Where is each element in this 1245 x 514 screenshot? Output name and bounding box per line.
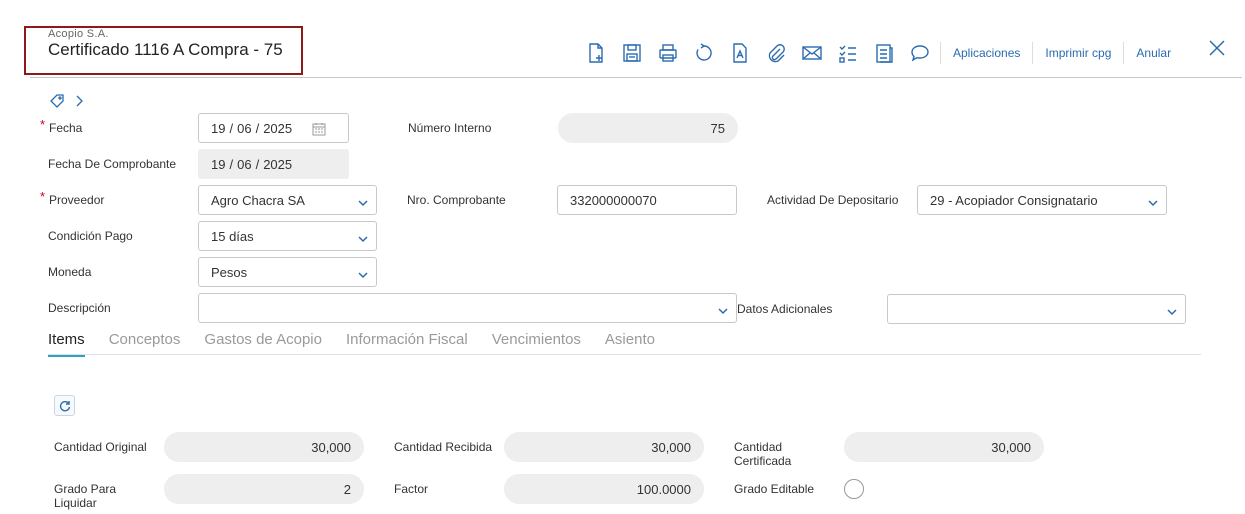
factor-field: 100.0000	[504, 474, 704, 504]
grado-liquidar-field: 2	[164, 474, 364, 504]
actividad-select[interactable]: 29 - Acopiador Consignatario	[917, 185, 1167, 215]
required-mark: *	[40, 117, 46, 132]
fecha-date-input[interactable]: 19/06/2025	[198, 113, 349, 143]
grado-editable-label: Grado Editable	[734, 482, 815, 496]
datos-adicionales-select[interactable]	[887, 294, 1186, 324]
refresh-button[interactable]	[54, 395, 75, 416]
grado-liquidar-label: Grado Para	[54, 482, 117, 496]
chevron-down-icon	[358, 196, 368, 207]
cantidad-certificada-field: 30,000	[844, 432, 1044, 462]
attachment-icon[interactable]	[758, 39, 794, 67]
report-icon[interactable]	[722, 39, 758, 67]
nro-comprobante-input[interactable]: 332000000070	[557, 185, 737, 215]
close-icon[interactable]	[1207, 38, 1229, 60]
cantidad-certificada-label: Cantidad	[734, 440, 783, 454]
cantidad-recibida-label: Cantidad Recibida	[394, 440, 493, 454]
grado-liquidar-label-2: Liquidar	[54, 496, 97, 510]
print-icon[interactable]	[650, 39, 686, 67]
header-divider	[30, 77, 1242, 78]
actividad-label: Actividad De Depositario	[767, 193, 899, 207]
new-document-icon[interactable]	[578, 39, 614, 67]
chevron-right-icon[interactable]	[72, 94, 86, 113]
toolbar-divider	[940, 42, 941, 64]
cantidad-original-field: 30,000	[164, 432, 364, 462]
required-mark: *	[40, 189, 46, 204]
tag-icon[interactable]	[50, 94, 64, 113]
company-name: Acopio S.A.	[48, 28, 109, 40]
numero-interno-field: 75	[558, 113, 738, 143]
fecha-comprobante-label: Fecha De Comprobante	[48, 157, 177, 171]
notes-icon[interactable]	[866, 39, 902, 67]
refresh-icon[interactable]	[686, 39, 722, 67]
imprimir-cpg-link[interactable]: Imprimir cpg	[1035, 46, 1121, 60]
save-icon[interactable]	[614, 39, 650, 67]
checklist-icon[interactable]	[830, 39, 866, 67]
chevron-down-icon	[358, 268, 368, 279]
proveedor-label: Proveedor	[49, 193, 105, 207]
email-icon[interactable]	[794, 39, 830, 67]
toolbar-divider	[1123, 42, 1125, 64]
anular-link[interactable]: Anular	[1126, 46, 1181, 60]
grado-editable-checkbox[interactable]	[844, 479, 864, 499]
cantidad-original-label: Cantidad Original	[54, 440, 147, 454]
comment-icon[interactable]	[902, 39, 938, 67]
chevron-down-icon	[1167, 305, 1177, 316]
calendar-icon[interactable]	[312, 122, 326, 136]
fecha-comprobante-field: 19/06/2025	[198, 149, 349, 179]
condicion-pago-label: Condición Pago	[48, 229, 133, 243]
refresh-icon	[59, 400, 70, 411]
nro-comprobante-label: Nro. Comprobante	[407, 193, 506, 207]
moneda-select[interactable]: Pesos	[198, 257, 377, 287]
chevron-down-icon	[358, 232, 368, 243]
cantidad-recibida-field: 30,000	[504, 432, 704, 462]
tabs-divider	[48, 354, 1201, 355]
descripcion-label: Descripción	[48, 301, 111, 315]
fecha-label: Fecha	[49, 121, 83, 135]
toolbar: Aplicaciones Imprimir cpg Anular	[578, 38, 1181, 68]
chevron-down-icon	[718, 304, 728, 315]
cantidad-certificada-label-2: Certificada	[734, 454, 792, 468]
descripcion-select[interactable]	[198, 293, 737, 323]
datos-adicionales-label: Datos Adicionales	[737, 302, 833, 316]
factor-label: Factor	[394, 482, 429, 496]
aplicaciones-link[interactable]: Aplicaciones	[943, 46, 1030, 60]
moneda-label: Moneda	[48, 265, 92, 279]
proveedor-select[interactable]: Agro Chacra SA	[198, 185, 377, 215]
condicion-pago-select[interactable]: 15 días	[198, 221, 377, 251]
page-title: Certificado 1116 A Compra - 75	[48, 40, 283, 59]
numero-interno-label: Número Interno	[408, 121, 492, 135]
tag-toolbar	[50, 94, 86, 113]
toolbar-divider	[1032, 42, 1034, 64]
chevron-down-icon	[1148, 196, 1158, 207]
